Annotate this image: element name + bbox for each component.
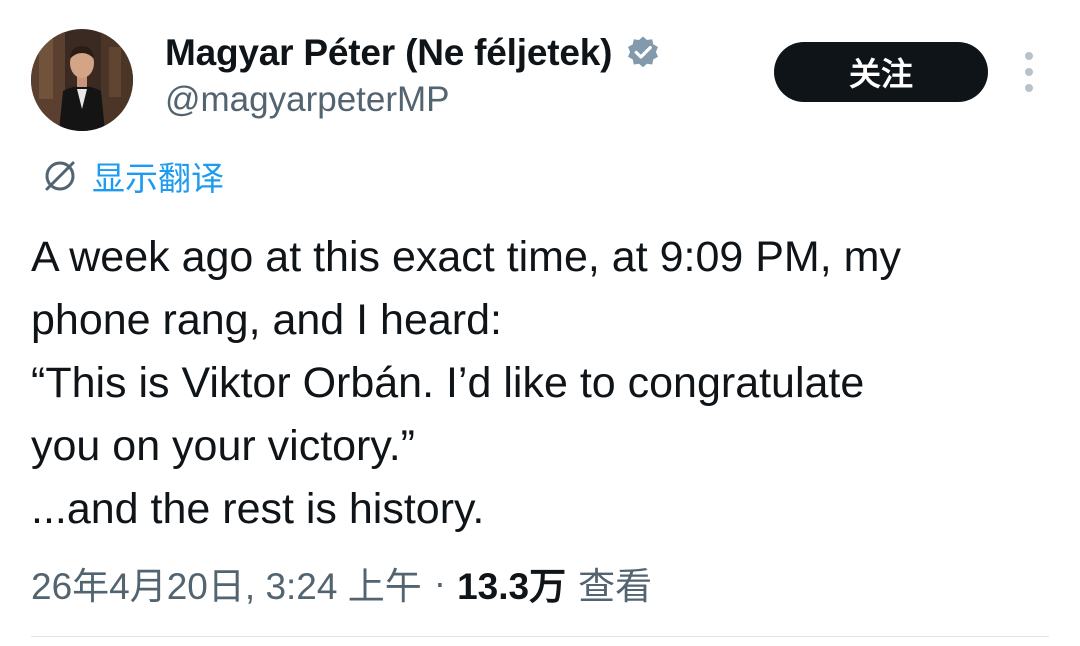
- tweet-text-line: A week ago at this exact time, at 9:09 P…: [31, 233, 901, 281]
- tweet-text-line: phone rang, and I heard:: [31, 296, 502, 344]
- author-display-name[interactable]: Magyar Péter (Ne féljetek): [165, 32, 612, 74]
- author-name-row: Magyar Péter (Ne féljetek): [165, 30, 661, 76]
- views-label: 查看: [578, 566, 653, 607]
- view-count[interactable]: 13.3万: [457, 556, 566, 610]
- meta-separator: ·: [433, 562, 447, 603]
- more-dot: [1025, 52, 1033, 60]
- divider: [31, 636, 1049, 637]
- translate-icon: [40, 156, 80, 196]
- tweet-text-line: “This is Viktor Orbán. I’d like to congr…: [31, 359, 865, 407]
- author-handle[interactable]: @magyarpeterMP: [165, 80, 450, 120]
- avatar-photo: [31, 29, 133, 131]
- tweet-text: A week ago at this exact time, at 9:09 P…: [31, 226, 1061, 541]
- verified-badge-icon[interactable]: [625, 35, 661, 71]
- follow-button[interactable]: 关注: [774, 42, 988, 102]
- more-dot: [1025, 84, 1033, 92]
- tweet-text-line: you on your victory.”: [31, 422, 415, 470]
- more-vertical-icon[interactable]: [1015, 52, 1043, 92]
- tweet-timestamp[interactable]: 26年4月20日, 3:24 上午: [31, 556, 422, 610]
- avatar[interactable]: [31, 29, 133, 131]
- show-translation-label: 显示翻译: [92, 160, 224, 197]
- tweet-meta: 26年4月20日, 3:24 上午 · 13.3万 查看: [31, 558, 652, 608]
- show-translation-link[interactable]: 显示翻译: [40, 154, 224, 198]
- more-dot: [1025, 68, 1033, 76]
- tweet-text-line: ...and the rest is history.: [31, 485, 485, 533]
